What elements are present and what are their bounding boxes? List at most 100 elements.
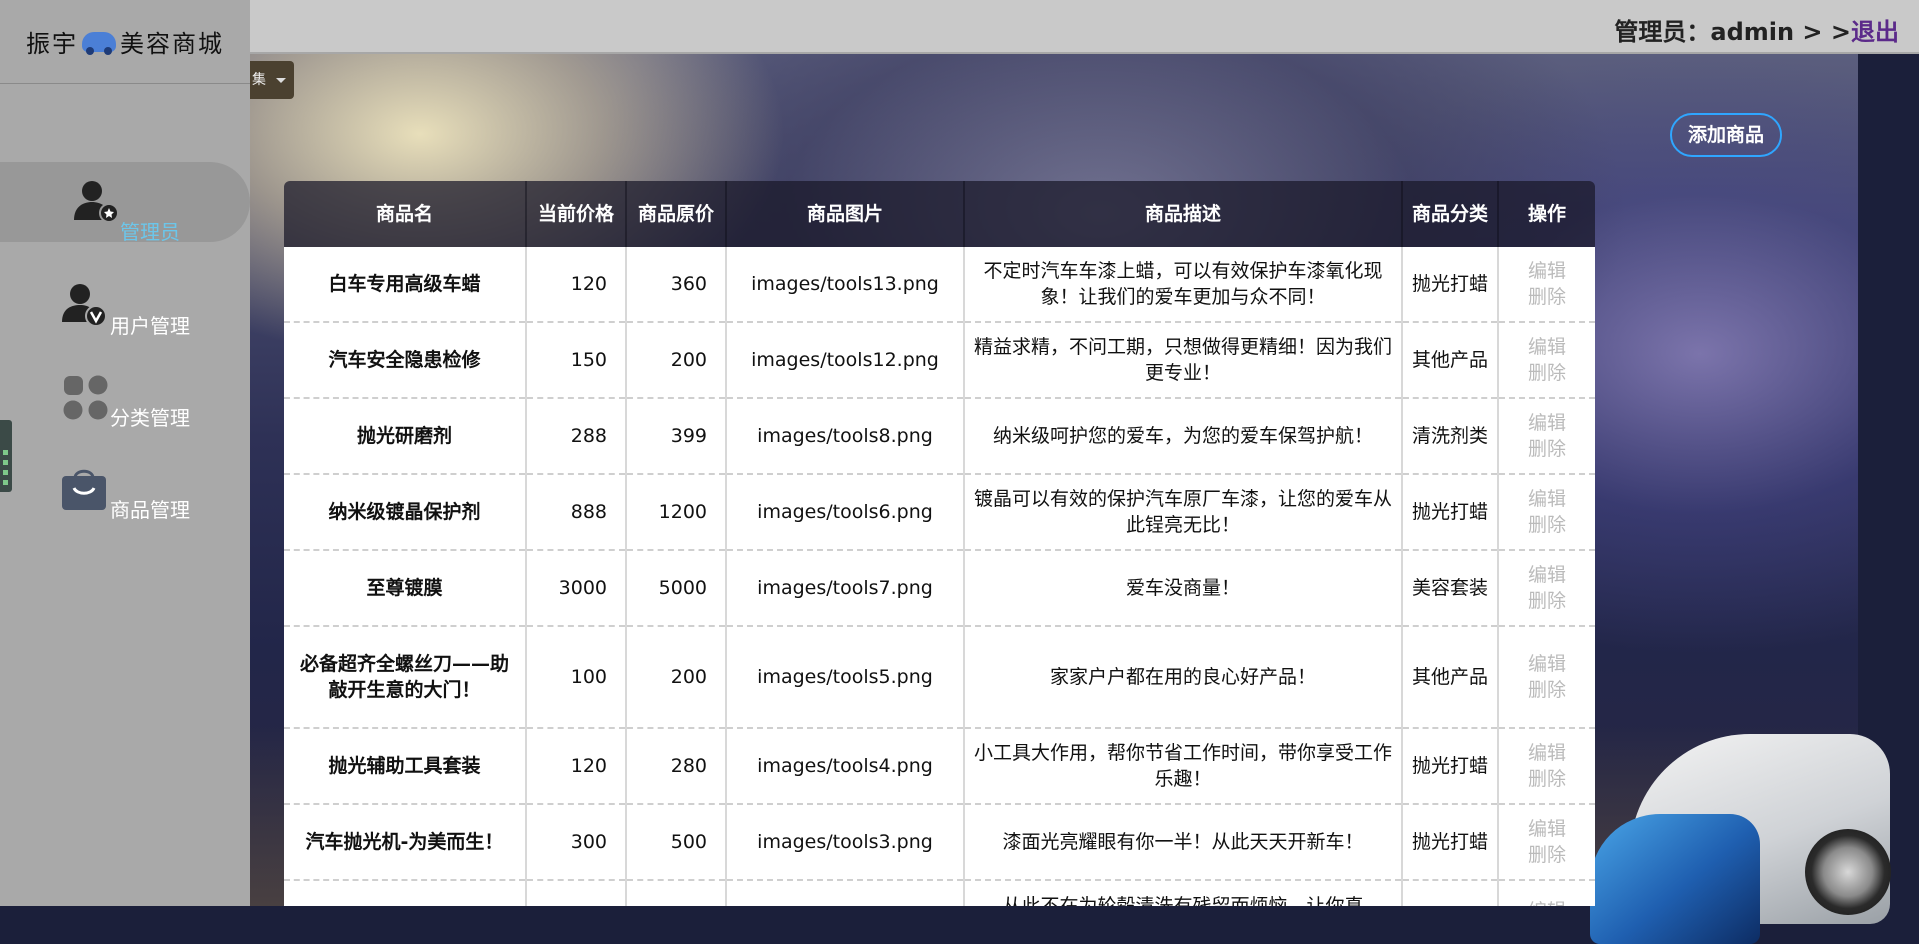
delete-link[interactable]: 删除 [1507, 360, 1587, 386]
column-header-image[interactable]: 商品图片 [726, 181, 965, 247]
cell-price [526, 880, 627, 906]
edit-link[interactable]: 编辑 [1507, 258, 1587, 284]
shopping-bag-icon [62, 469, 106, 510]
logo-text-left: 振宇 [26, 30, 78, 58]
cell-original-price: 1200 [626, 474, 727, 551]
delete-link[interactable]: 删除 [1507, 588, 1587, 614]
edit-link[interactable]: 编辑 [1507, 486, 1587, 512]
cell-actions: 编辑删除 [1498, 398, 1595, 475]
cell-price: 100 [526, 626, 627, 729]
column-header-original-price[interactable]: 商品原价 [626, 181, 727, 247]
cell-image-path: images/tools4.png [726, 728, 965, 805]
cell-actions: 编辑删除 [1498, 550, 1595, 627]
table-row: 抛光研磨剂 288 399 images/tools8.png 纳米级呵护您的爱… [284, 398, 1595, 475]
edit-link[interactable]: 编辑 [1507, 898, 1587, 906]
delete-link[interactable]: 删除 [1507, 284, 1587, 310]
cell-image-path: images/tools6.png [726, 474, 965, 551]
cell-description: 纳米级呵护您的爱车，为您的爱车保驾护航！ [964, 398, 1403, 475]
table-row: 白车专用高级车蜡 120 360 images/tools13.png 不定时汽… [284, 247, 1595, 323]
cell-image-path: images/tools12.png [726, 322, 965, 399]
table-row: 从此不在为轮毂清洗有残留而烦恼，让你真 其他 编辑删除 [284, 880, 1595, 906]
cell-original-price: 360 [626, 247, 727, 323]
widget-bar [3, 480, 8, 485]
widget-bar [3, 470, 8, 475]
logo-text-right: 美容商城 [120, 30, 224, 58]
logout-link[interactable]: 退出 [1851, 18, 1899, 46]
cell-original-price: 200 [626, 626, 727, 729]
cell-actions: 编辑删除 [1498, 322, 1595, 399]
cell-category: 抛光打蜡 [1402, 474, 1499, 551]
admin-info: 管理员：admin > >退出 [1614, 12, 1899, 47]
cell-description: 不定时汽车车漆上蜡，可以有效保护车漆氧化现象！让我们的爱车更加与众不同！ [964, 247, 1403, 323]
edit-link[interactable]: 编辑 [1507, 740, 1587, 766]
column-header-description[interactable]: 商品描述 [964, 181, 1403, 247]
delete-link[interactable]: 删除 [1507, 766, 1587, 792]
sidebar-item-categories[interactable]: 分类管理 [0, 362, 250, 442]
table-row: 抛光辅助工具套装 120 280 images/tools4.png 小工具大作… [284, 728, 1595, 805]
cell-image-path [726, 880, 965, 906]
cell-image-path: images/tools5.png [726, 626, 965, 729]
cell-price: 150 [526, 322, 627, 399]
cell-image-path: images/tools8.png [726, 398, 965, 475]
cell-category: 抛光打蜡 [1402, 728, 1499, 805]
column-header-name[interactable]: 商品名 [284, 181, 527, 247]
car-logo-icon [82, 31, 116, 55]
product-table: 商品名 当前价格 商品原价 商品图片 商品描述 商品分类 操作 白车专用高级车蜡… [284, 181, 1595, 906]
cell-original-price [626, 880, 727, 906]
column-header-actions[interactable]: 操作 [1498, 181, 1595, 247]
column-header-price[interactable]: 当前价格 [526, 181, 627, 247]
cell-image-path: images/tools7.png [726, 550, 965, 627]
chevron-down-icon [276, 78, 286, 83]
cell-price: 888 [526, 474, 627, 551]
cell-category: 其他 [1402, 880, 1499, 906]
sidebar-item-label: 管理员 [120, 220, 180, 244]
cell-actions: 编辑删除 [1498, 804, 1595, 881]
edit-link[interactable]: 编辑 [1507, 816, 1587, 842]
product-table-container: 商品名 当前价格 商品原价 商品图片 商品描述 商品分类 操作 白车专用高级车蜡… [284, 181, 1595, 906]
sidebar-item-admin[interactable]: 管理员 [0, 162, 250, 244]
delete-link[interactable]: 删除 [1507, 842, 1587, 868]
widget-bar [3, 460, 8, 465]
collapsed-dropdown[interactable]: 集 [250, 61, 294, 99]
cell-actions: 编辑删除 [1498, 474, 1595, 551]
sidebar-item-products[interactable]: 商品管理 [0, 454, 250, 534]
cell-category: 其他产品 [1402, 626, 1499, 729]
table-row: 汽车安全隐患检修 150 200 images/tools12.png 精益求精… [284, 322, 1595, 399]
admin-user-icon [74, 181, 119, 223]
edit-link[interactable]: 编辑 [1507, 334, 1587, 360]
cell-name: 抛光辅助工具套装 [284, 728, 527, 805]
delete-link[interactable]: 删除 [1507, 436, 1587, 462]
sidebar-item-users[interactable]: 用户管理 [0, 270, 250, 350]
cell-name: 抛光研磨剂 [284, 398, 527, 475]
cell-actions: 编辑删除 [1498, 728, 1595, 805]
logo: 振宇 美容商城 [0, 0, 250, 84]
admin-label: 管理员：admin > > [1614, 18, 1851, 46]
edit-link[interactable]: 编辑 [1507, 410, 1587, 436]
category-grid-icon [63, 375, 108, 420]
cell-original-price: 280 [626, 728, 727, 805]
side-widget[interactable] [0, 420, 12, 492]
add-product-button[interactable]: 添加商品 [1670, 113, 1782, 157]
table-row: 纳米级镀晶保护剂 888 1200 images/tools6.png 镀晶可以… [284, 474, 1595, 551]
edit-link[interactable]: 编辑 [1507, 562, 1587, 588]
cell-original-price: 5000 [626, 550, 727, 627]
table-row: 必备超齐全螺丝刀——助敲开生意的大门！ 100 200 images/tools… [284, 626, 1595, 729]
cell-image-path: images/tools3.png [726, 804, 965, 881]
top-bar: 管理员：admin > >退出 [0, 0, 1919, 54]
cell-description: 从此不在为轮毂清洗有残留而烦恼，让你真 [964, 880, 1403, 906]
cell-price: 3000 [526, 550, 627, 627]
edit-link[interactable]: 编辑 [1507, 651, 1587, 677]
sidebar-item-label: 用户管理 [110, 314, 190, 338]
table-row: 至尊镀膜 3000 5000 images/tools7.png 爱车没商量！ … [284, 550, 1595, 627]
cell-actions: 编辑删除 [1498, 247, 1595, 323]
cell-description: 精益求精，不问工期，只想做得更精细！因为我们更专业！ [964, 322, 1403, 399]
delete-link[interactable]: 删除 [1507, 677, 1587, 703]
cell-category: 抛光打蜡 [1402, 804, 1499, 881]
delete-link[interactable]: 删除 [1507, 512, 1587, 538]
cell-description: 小工具大作用，帮你节省工作时间，带你享受工作乐趣！ [964, 728, 1403, 805]
cell-name: 汽车安全隐患检修 [284, 322, 527, 399]
cell-name: 必备超齐全螺丝刀——助敲开生意的大门！ [284, 626, 527, 729]
cell-price: 120 [526, 728, 627, 805]
column-header-category[interactable]: 商品分类 [1402, 181, 1499, 247]
dropdown-label: 集 [252, 72, 266, 88]
